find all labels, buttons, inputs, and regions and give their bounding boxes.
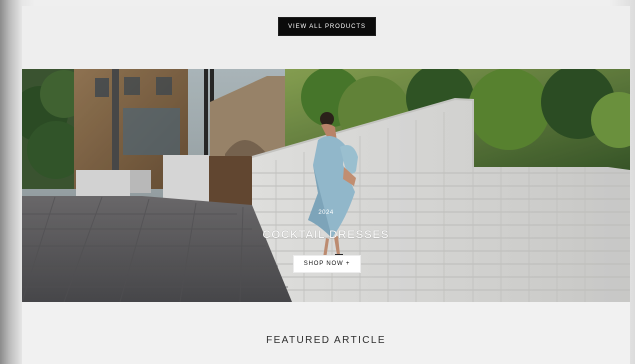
browser-viewport: VIEW ALL PRODUCTS 2024 COCKTAIL DRESSES … [0,0,635,364]
shop-now-button[interactable]: SHOP NOW + [293,255,361,273]
hero-kicker: 2024 [318,210,334,216]
featured-article-section: FEATURED ARTICLE [22,302,630,364]
top-products-section: VIEW ALL PRODUCTS [22,6,630,69]
featured-article-title: FEATURED ARTICLE [266,335,386,346]
product-page: VIEW ALL PRODUCTS 2024 COCKTAIL DRESSES … [22,6,630,364]
hero-banner: 2024 COCKTAIL DRESSES SHOP NOW + [22,69,630,302]
hero-title: COCKTAIL DRESSES [262,229,390,241]
view-all-products-button[interactable]: VIEW ALL PRODUCTS [278,17,376,36]
